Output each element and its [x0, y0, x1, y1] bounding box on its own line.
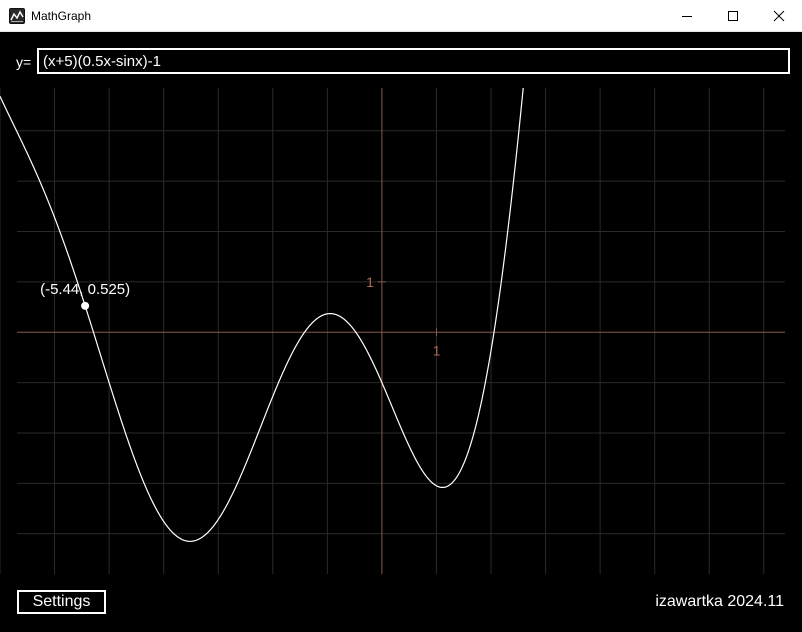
axes	[17, 88, 785, 574]
minimize-button[interactable]	[664, 0, 710, 31]
settings-button[interactable]: Settings	[17, 590, 106, 614]
app-icon	[9, 8, 25, 24]
close-icon	[773, 10, 785, 22]
title-bar[interactable]: MathGraph	[0, 0, 802, 32]
minimize-icon	[682, 16, 692, 17]
grid-lines	[0, 88, 785, 574]
window-title: MathGraph	[31, 9, 92, 23]
function-curve	[0, 88, 524, 542]
close-button[interactable]	[756, 0, 802, 31]
maximize-icon	[728, 11, 738, 21]
maximize-button[interactable]	[710, 0, 756, 31]
x-axis-tick-label: 1	[433, 342, 441, 358]
app-window: MathGraph y= 1 1 (-5.44, 0.525)	[0, 0, 802, 632]
graph-canvas[interactable]: 1 1 (-5.44, 0.525)	[0, 88, 802, 574]
formula-input[interactable]	[37, 48, 790, 74]
formula-label: y=	[16, 54, 32, 70]
cursor-coordinate-readout: (-5.44, 0.525)	[40, 281, 130, 298]
formula-row: y=	[0, 32, 802, 88]
cursor-point	[81, 301, 90, 310]
y-axis-tick-label: 1	[366, 274, 374, 290]
author-credit: izawartka 2024.11	[655, 593, 784, 610]
